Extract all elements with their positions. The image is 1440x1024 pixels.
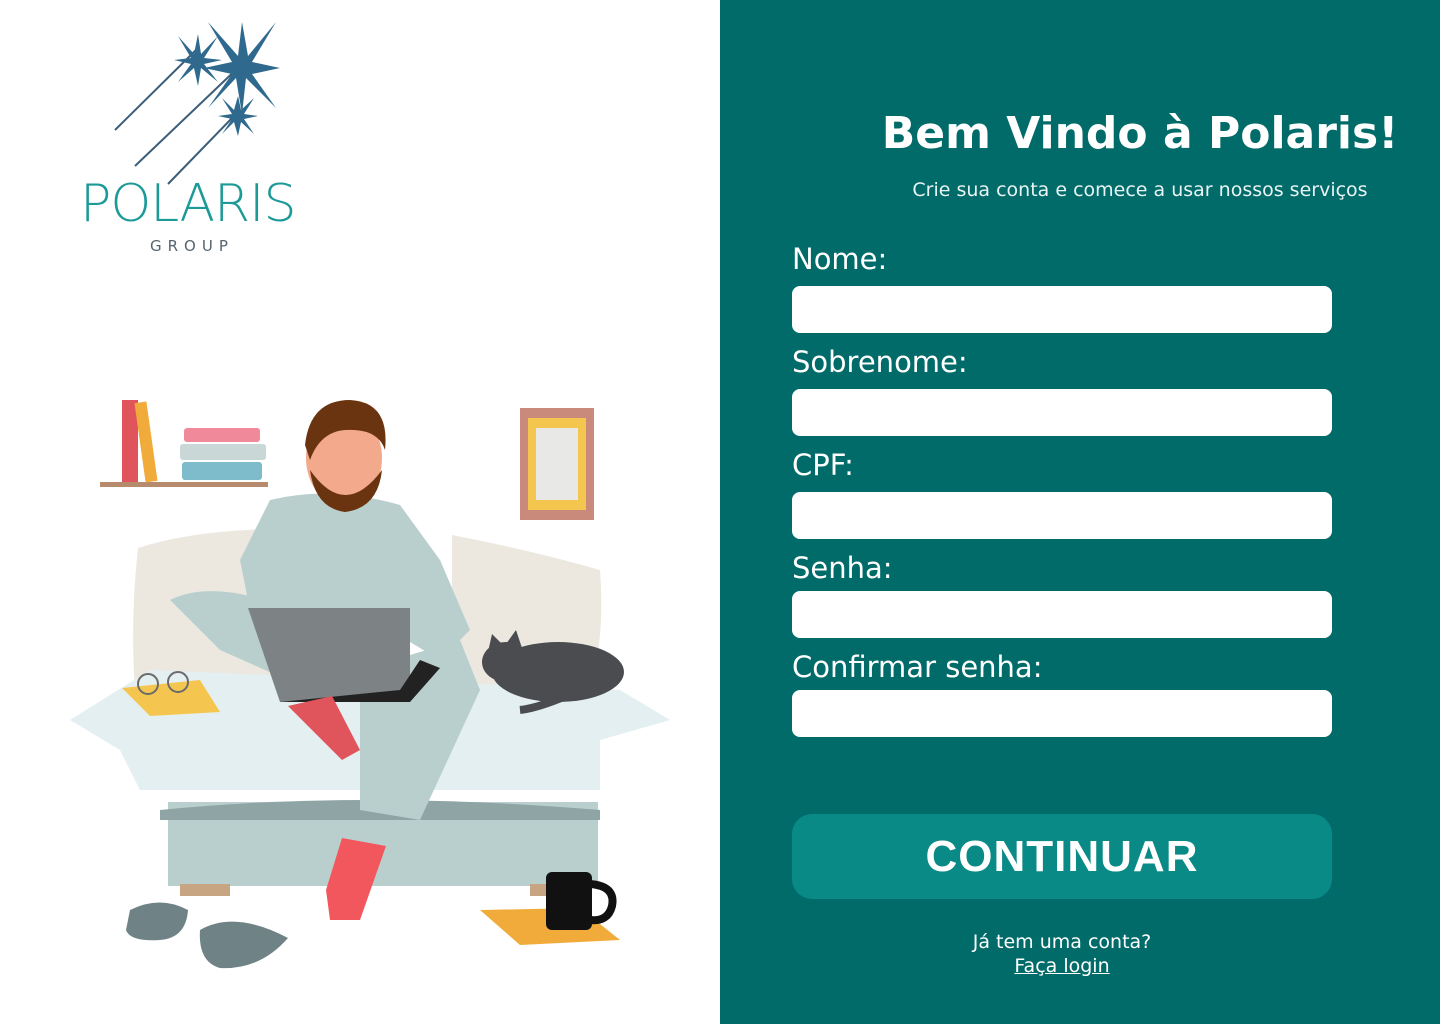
signup-panel: Bem Vindo à Polaris! Crie sua conta e co… (720, 0, 1440, 1024)
man-on-laptop-illustration (70, 400, 670, 969)
login-link[interactable]: Faça login (720, 955, 1404, 977)
brand-name: POLARIS (80, 174, 296, 234)
password-input[interactable] (792, 591, 1332, 638)
confirm-password-label: Confirmar senha: (792, 650, 1043, 684)
continue-button[interactable]: CONTINUAR (792, 814, 1332, 899)
confirm-password-input[interactable] (792, 690, 1332, 737)
have-account-text: Já tem uma conta? (972, 931, 1152, 953)
welcome-subtitle: Crie sua conta e comece a usar nossos se… (912, 179, 1368, 201)
cpf-label: CPF: (792, 448, 854, 482)
last-name-label: Sobrenome: (792, 345, 968, 379)
first-name-label: Nome: (792, 242, 888, 276)
password-label: Senha: (792, 551, 893, 585)
cpf-input[interactable] (792, 492, 1332, 539)
brand-sub: GROUP (150, 237, 234, 255)
first-name-input[interactable] (792, 286, 1332, 333)
last-name-input[interactable] (792, 389, 1332, 436)
welcome-title: Bem Vindo à Polaris! (881, 108, 1399, 159)
left-panel: POLARIS GROUP (0, 0, 720, 1024)
